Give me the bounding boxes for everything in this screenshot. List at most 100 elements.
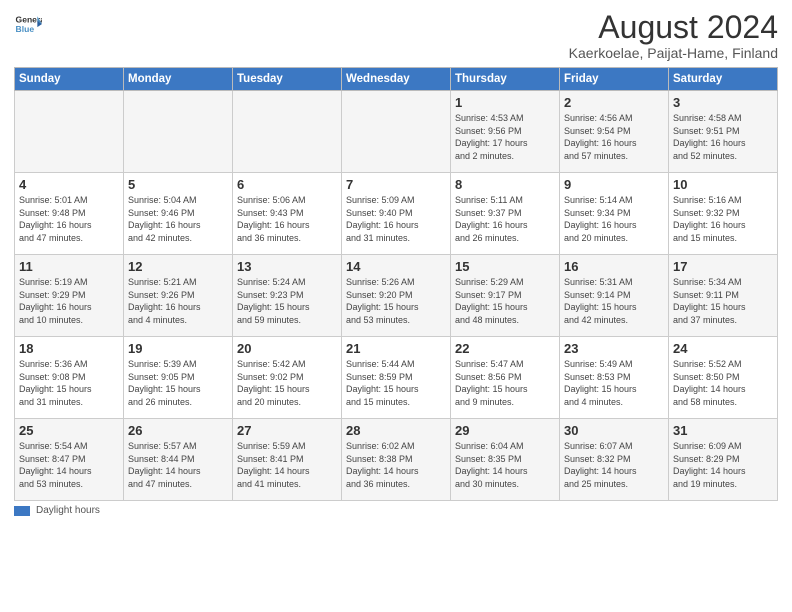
day-number: 5 (128, 177, 228, 192)
day-number: 28 (346, 423, 446, 438)
calendar-header-tuesday: Tuesday (233, 68, 342, 91)
calendar-cell: 3 Sunrise: 4:58 AM Sunset: 9:51 PM Daylig… (669, 91, 778, 173)
day-number: 30 (564, 423, 664, 438)
logo: General Blue (14, 10, 42, 38)
header: General Blue August 2024 Kaerkoelae, Pai… (14, 10, 778, 61)
day-number: 31 (673, 423, 773, 438)
calendar-cell: 22Sunrise: 5:47 AM Sunset: 8:56 PM Dayli… (451, 337, 560, 419)
calendar-cell (15, 91, 124, 173)
calendar-cell: 13Sunrise: 5:24 AM Sunset: 9:23 PM Dayli… (233, 255, 342, 337)
day-number: 8 (455, 177, 555, 192)
calendar-header-thursday: Thursday (451, 68, 560, 91)
day-info: Sunrise: 6:09 AM Sunset: 8:29 PM Dayligh… (673, 440, 773, 490)
calendar-cell: 24 Sunrise: 5:52 AM Sunset: 8:50 PM Dayli… (669, 337, 778, 419)
day-number: 24 (673, 341, 773, 356)
calendar-header-saturday: Saturday (669, 68, 778, 91)
calendar-cell (124, 91, 233, 173)
day-number: 7 (346, 177, 446, 192)
day-number: 16 (564, 259, 664, 274)
day-info: Sunrise: 5:26 AM Sunset: 9:20 PM Dayligh… (346, 276, 446, 326)
day-info: Sunrise: 5:09 AM Sunset: 9:40 PM Dayligh… (346, 194, 446, 244)
calendar-table: SundayMondayTuesdayWednesdayThursdayFrid… (14, 67, 778, 501)
calendar-cell: 20Sunrise: 5:42 AM Sunset: 9:02 PM Dayli… (233, 337, 342, 419)
day-info: Sunrise: 5:54 AM Sunset: 8:47 PM Dayligh… (19, 440, 119, 490)
day-info: Sunrise: 5:34 AM Sunset: 9:11 PM Dayligh… (673, 276, 773, 326)
footer: Daylight hours (14, 505, 778, 516)
calendar-cell (233, 91, 342, 173)
day-number: 9 (564, 177, 664, 192)
day-number: 19 (128, 341, 228, 356)
calendar-cell: 15 Sunrise: 5:29 AM Sunset: 9:17 PM Dayli… (451, 255, 560, 337)
calendar-cell: 21 Sunrise: 5:44 AM Sunset: 8:59 PM Dayli… (342, 337, 451, 419)
day-number: 12 (128, 259, 228, 274)
calendar-header-friday: Friday (560, 68, 669, 91)
calendar-cell: 26Sunrise: 5:57 AM Sunset: 8:44 PM Dayli… (124, 419, 233, 501)
calendar-week-2: 4Sunrise: 5:01 AM Sunset: 9:48 PM Daylig… (15, 173, 778, 255)
day-number: 21 (346, 341, 446, 356)
page-title: August 2024 (569, 10, 778, 45)
calendar-cell: 17 Sunrise: 5:34 AM Sunset: 9:11 PM Dayli… (669, 255, 778, 337)
calendar-cell: 2 Sunrise: 4:56 AM Sunset: 9:54 PM Daylig… (560, 91, 669, 173)
logo-icon: General Blue (14, 10, 42, 38)
calendar-cell: 8 Sunrise: 5:11 AM Sunset: 9:37 PM Daylig… (451, 173, 560, 255)
svg-text:Blue: Blue (16, 24, 35, 34)
day-number: 10 (673, 177, 773, 192)
day-info: Sunrise: 5:01 AM Sunset: 9:48 PM Dayligh… (19, 194, 119, 244)
day-info: Sunrise: 5:42 AM Sunset: 9:02 PM Dayligh… (237, 358, 337, 408)
calendar-cell: 1 Sunrise: 4:53 AM Sunset: 9:56 PM Daylig… (451, 91, 560, 173)
calendar-cell: 18 Sunrise: 5:36 AM Sunset: 9:08 PM Dayli… (15, 337, 124, 419)
legend-label: Daylight hours (36, 505, 100, 516)
calendar-header-monday: Monday (124, 68, 233, 91)
day-info: Sunrise: 4:58 AM Sunset: 9:51 PM Dayligh… (673, 112, 773, 162)
day-number: 1 (455, 95, 555, 110)
day-info: Sunrise: 5:19 AM Sunset: 9:29 PM Dayligh… (19, 276, 119, 326)
calendar-week-3: 11 Sunrise: 5:19 AM Sunset: 9:29 PM Dayli… (15, 255, 778, 337)
calendar-header-sunday: Sunday (15, 68, 124, 91)
day-number: 6 (237, 177, 337, 192)
calendar-week-4: 18 Sunrise: 5:36 AM Sunset: 9:08 PM Dayli… (15, 337, 778, 419)
day-info: Sunrise: 5:11 AM Sunset: 9:37 PM Dayligh… (455, 194, 555, 244)
day-info: Sunrise: 5:31 AM Sunset: 9:14 PM Dayligh… (564, 276, 664, 326)
day-number: 11 (19, 259, 119, 274)
day-number: 14 (346, 259, 446, 274)
day-info: Sunrise: 5:47 AM Sunset: 8:56 PM Dayligh… (455, 358, 555, 408)
calendar-week-5: 25Sunrise: 5:54 AM Sunset: 8:47 PM Dayli… (15, 419, 778, 501)
day-info: Sunrise: 5:21 AM Sunset: 9:26 PM Dayligh… (128, 276, 228, 326)
page-subtitle: Kaerkoelae, Paijat-Hame, Finland (569, 45, 778, 61)
calendar-cell: 10Sunrise: 5:16 AM Sunset: 9:32 PM Dayli… (669, 173, 778, 255)
calendar-cell: 12 Sunrise: 5:21 AM Sunset: 9:26 PM Dayli… (124, 255, 233, 337)
day-info: Sunrise: 4:56 AM Sunset: 9:54 PM Dayligh… (564, 112, 664, 162)
calendar-header-row: SundayMondayTuesdayWednesdayThursdayFrid… (15, 68, 778, 91)
calendar-cell: 19Sunrise: 5:39 AM Sunset: 9:05 PM Dayli… (124, 337, 233, 419)
day-info: Sunrise: 5:49 AM Sunset: 8:53 PM Dayligh… (564, 358, 664, 408)
calendar-cell: 14 Sunrise: 5:26 AM Sunset: 9:20 PM Dayli… (342, 255, 451, 337)
day-info: Sunrise: 5:44 AM Sunset: 8:59 PM Dayligh… (346, 358, 446, 408)
legend-color-box (14, 506, 30, 516)
calendar-cell: 16 Sunrise: 5:31 AM Sunset: 9:14 PM Dayli… (560, 255, 669, 337)
calendar-cell: 23 Sunrise: 5:49 AM Sunset: 8:53 PM Dayli… (560, 337, 669, 419)
calendar-cell (342, 91, 451, 173)
calendar-header-wednesday: Wednesday (342, 68, 451, 91)
day-info: Sunrise: 5:52 AM Sunset: 8:50 PM Dayligh… (673, 358, 773, 408)
day-number: 26 (128, 423, 228, 438)
calendar-cell: 31 Sunrise: 6:09 AM Sunset: 8:29 PM Dayli… (669, 419, 778, 501)
day-number: 18 (19, 341, 119, 356)
day-info: Sunrise: 5:36 AM Sunset: 9:08 PM Dayligh… (19, 358, 119, 408)
day-number: 27 (237, 423, 337, 438)
day-number: 23 (564, 341, 664, 356)
day-info: Sunrise: 5:04 AM Sunset: 9:46 PM Dayligh… (128, 194, 228, 244)
day-number: 15 (455, 259, 555, 274)
calendar-cell: 27Sunrise: 5:59 AM Sunset: 8:41 PM Dayli… (233, 419, 342, 501)
calendar-cell: 30Sunrise: 6:07 AM Sunset: 8:32 PM Dayli… (560, 419, 669, 501)
day-number: 3 (673, 95, 773, 110)
day-info: Sunrise: 5:06 AM Sunset: 9:43 PM Dayligh… (237, 194, 337, 244)
day-info: Sunrise: 5:29 AM Sunset: 9:17 PM Dayligh… (455, 276, 555, 326)
calendar-cell: 5 Sunrise: 5:04 AM Sunset: 9:46 PM Daylig… (124, 173, 233, 255)
day-number: 2 (564, 95, 664, 110)
day-info: Sunrise: 4:53 AM Sunset: 9:56 PM Dayligh… (455, 112, 555, 162)
calendar-cell: 4Sunrise: 5:01 AM Sunset: 9:48 PM Daylig… (15, 173, 124, 255)
calendar-week-1: 1 Sunrise: 4:53 AM Sunset: 9:56 PM Daylig… (15, 91, 778, 173)
day-number: 17 (673, 259, 773, 274)
day-info: Sunrise: 5:24 AM Sunset: 9:23 PM Dayligh… (237, 276, 337, 326)
day-info: Sunrise: 6:04 AM Sunset: 8:35 PM Dayligh… (455, 440, 555, 490)
